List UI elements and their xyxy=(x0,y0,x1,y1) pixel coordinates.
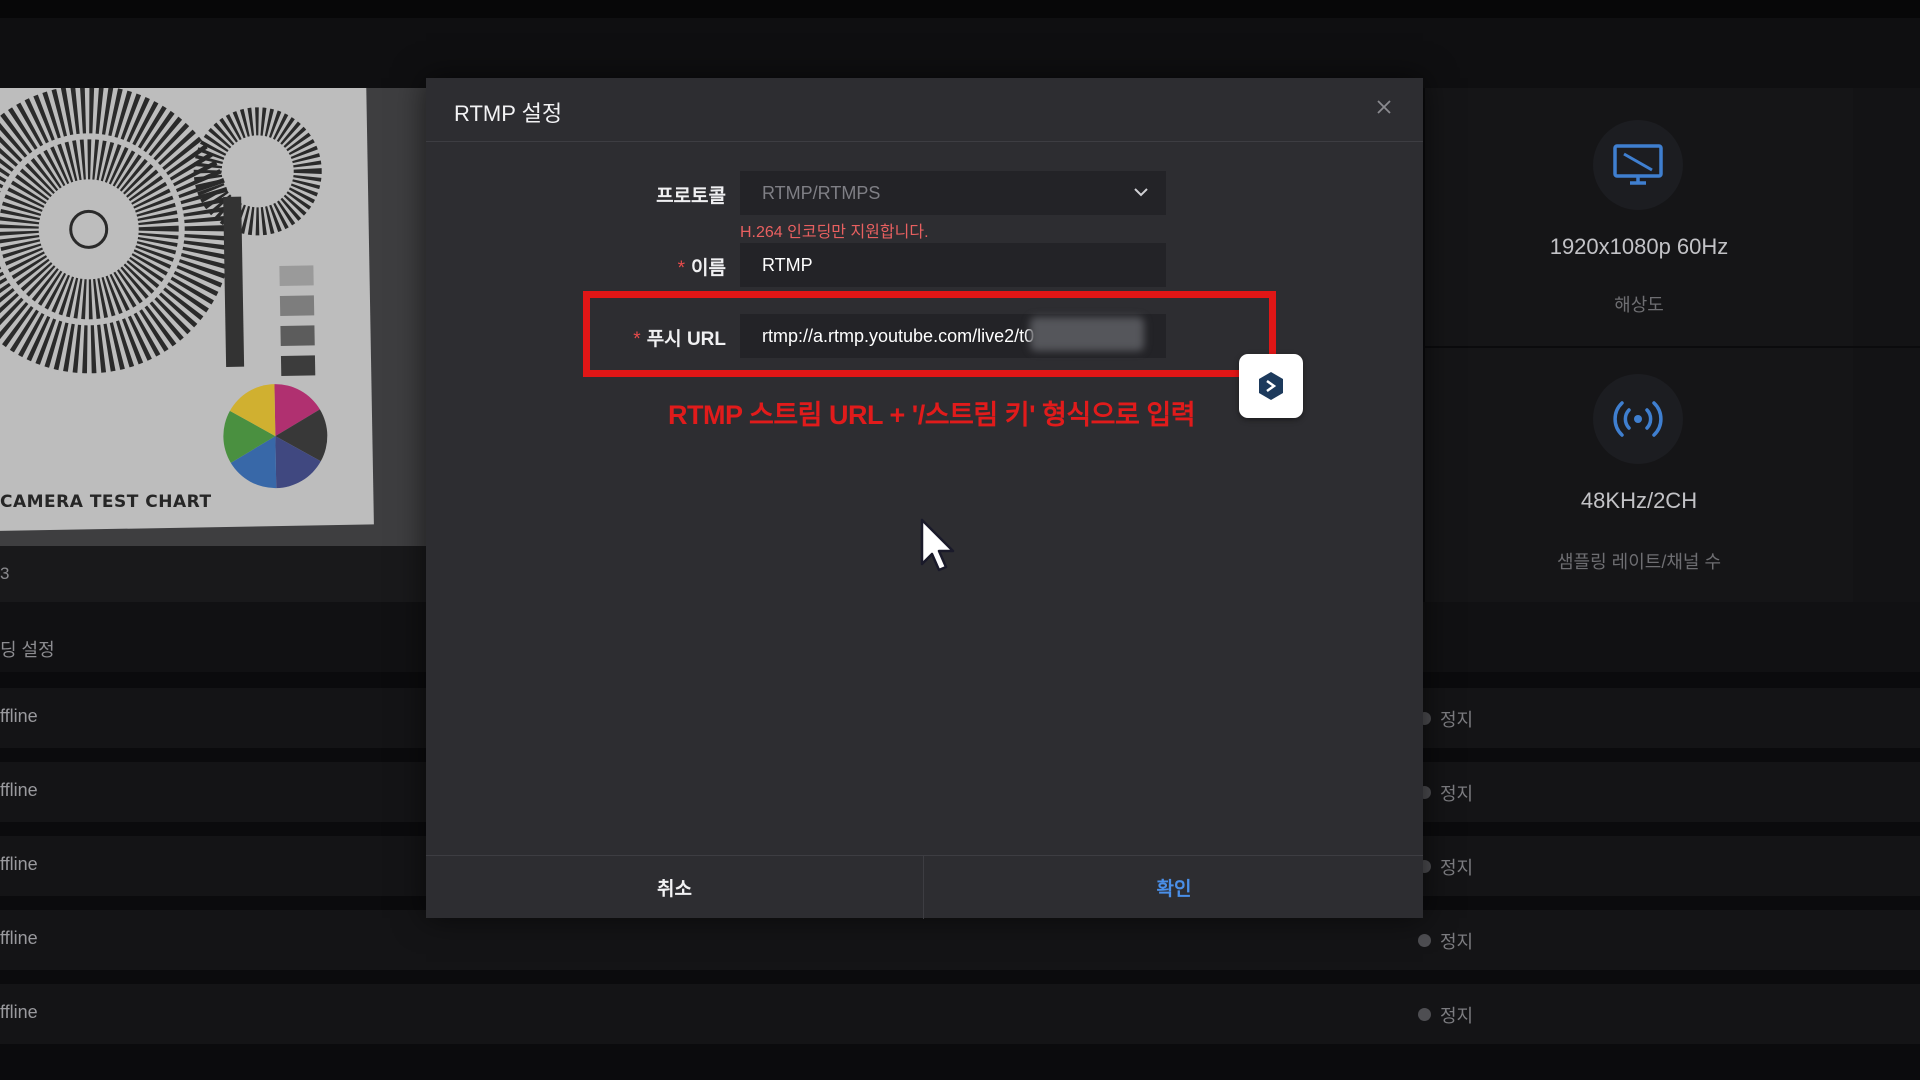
test-chart-caption: CAMERA TEST CHART xyxy=(0,492,212,512)
test-chart-image xyxy=(0,88,374,532)
cancel-button[interactable]: 취소 xyxy=(426,856,924,919)
info-side-column xyxy=(1853,348,1920,602)
resolution-label: 해상도 xyxy=(1614,295,1664,315)
streaming-settings-title: 딩 설정 xyxy=(0,640,55,660)
stream-row[interactable]: ffline 정지 xyxy=(0,910,1920,970)
extension-icon[interactable] xyxy=(1239,354,1303,418)
status-dot-icon xyxy=(1418,1008,1431,1021)
resolution-card: 1920x1080p 60Hz 해상도 xyxy=(1425,88,1853,346)
monitor-icon xyxy=(1593,120,1683,210)
info-side-column xyxy=(1853,88,1920,346)
stream-row-state: ffline xyxy=(0,1002,38,1022)
confirm-button[interactable]: 확인 xyxy=(925,856,1423,919)
protocol-select[interactable]: RTMP/RTMPS xyxy=(740,171,1166,215)
audio-card: 48KHz/2CH 샘플링 레이트/채널 수 xyxy=(1425,348,1853,602)
protocol-hint: H.264 인코딩만 지원합니다. xyxy=(740,224,929,241)
stream-row-state: ffline xyxy=(0,928,38,948)
stream-row[interactable]: ffline 정지 xyxy=(0,984,1920,1044)
dialog-footer: 취소 확인 xyxy=(426,855,1423,919)
dialog-title: RTMP 설정 xyxy=(454,101,563,126)
app-top-bar xyxy=(0,0,1920,18)
protocol-label: 프로토콜 xyxy=(656,186,726,207)
name-label: * 이름 xyxy=(677,258,726,279)
dialog-header: RTMP 설정 xyxy=(426,78,1423,142)
audio-value: 48KHz/2CH xyxy=(1580,488,1698,513)
broadcast-icon xyxy=(1593,374,1683,464)
annotation-text: RTMP 스트림 URL + '/스트림 키' 형식으로 입력 xyxy=(668,400,1196,430)
preview-footer: 3 xyxy=(0,546,426,602)
mouse-cursor-icon xyxy=(918,518,958,579)
stream-row-state: ffline xyxy=(0,780,38,800)
camera-preview: CAMERA TEST CHART xyxy=(0,88,426,546)
rtmp-settings-dialog: RTMP 설정 프로토콜 RTMP/RTMPS H.264 인코딩만 지원합니다… xyxy=(426,78,1423,919)
highlight-box xyxy=(583,291,1276,377)
stream-row-status: 정지 xyxy=(1440,858,1474,878)
stream-row-status: 정지 xyxy=(1440,710,1474,730)
audio-label: 샘플링 레이트/채널 수 xyxy=(1556,552,1722,572)
chevron-down-icon xyxy=(1132,183,1150,206)
stream-row-state: ffline xyxy=(0,854,38,874)
required-mark: * xyxy=(677,258,686,279)
name-input[interactable] xyxy=(740,243,1166,287)
preview-footer-text: 3 xyxy=(0,564,10,583)
resolution-value: 1920x1080p 60Hz xyxy=(1549,234,1729,259)
protocol-select-value: RTMP/RTMPS xyxy=(762,182,881,203)
status-dot-icon xyxy=(1418,934,1431,947)
close-icon[interactable] xyxy=(1369,92,1399,122)
stream-row-status: 정지 xyxy=(1440,1006,1474,1026)
test-chart-graphic xyxy=(0,88,328,489)
stream-row-state: ffline xyxy=(0,706,38,726)
stream-row-status: 정지 xyxy=(1440,932,1474,952)
stream-row-status: 정지 xyxy=(1440,784,1474,804)
